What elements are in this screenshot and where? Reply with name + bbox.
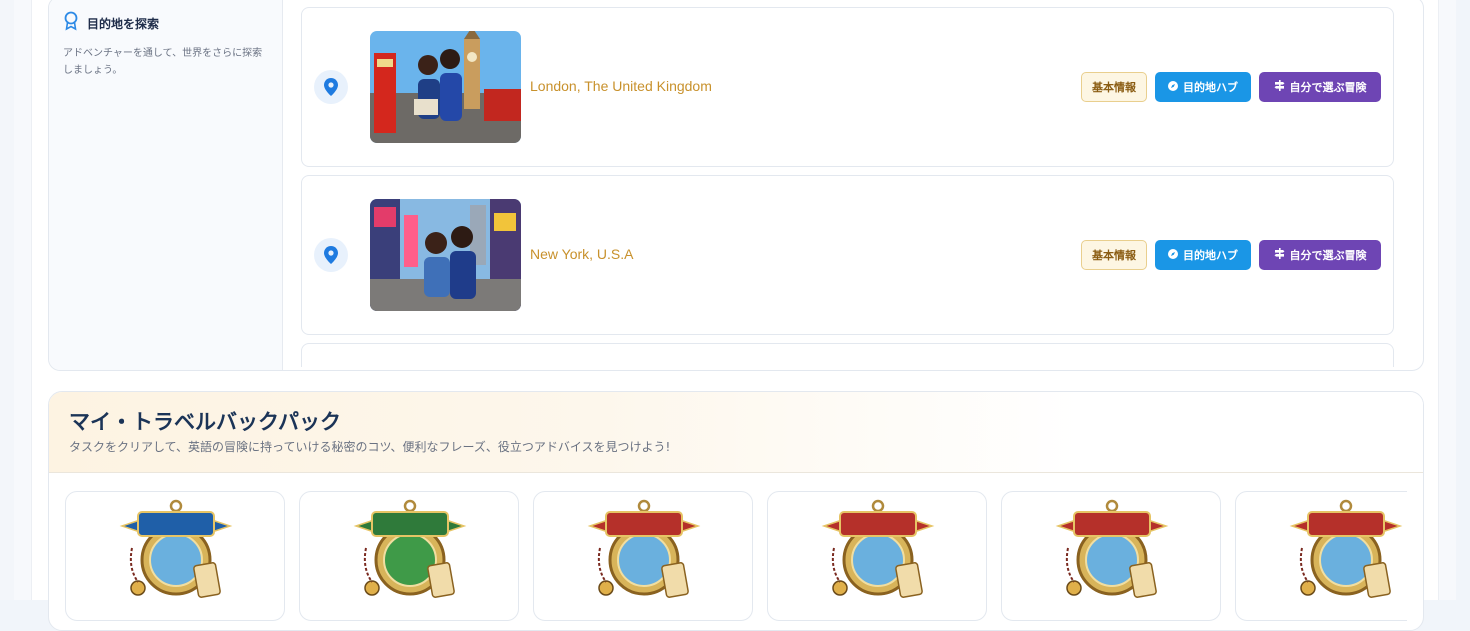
content-gutter-right bbox=[1438, 0, 1456, 600]
food-ticket-icon bbox=[821, 499, 935, 598]
clover-amulet-icon bbox=[353, 499, 467, 598]
basic-info-label: 基本情報 bbox=[1092, 81, 1136, 94]
mystery-ticket-icon bbox=[1289, 499, 1403, 598]
destination-name[interactable]: London, The United Kingdom bbox=[530, 78, 712, 94]
explore-destinations-panel: 目的地を探索 アドベンチャーを通して、世界をさらに探索しましょう。 London… bbox=[48, 0, 1424, 371]
choose-adventure-label: 自分で選ぶ冒険 bbox=[1289, 249, 1367, 262]
choose-adventure-label: 自分で選ぶ冒険 bbox=[1289, 81, 1367, 94]
explore-description: アドベンチャーを通して、世界をさらに探索しましょう。 bbox=[63, 48, 263, 76]
choose-adventure-button[interactable]: 自分で選ぶ冒険 bbox=[1259, 240, 1381, 270]
backpack-item-card[interactable] bbox=[299, 491, 519, 621]
destination-list: London, The United Kingdom 基本情報 目的地ハブ 自分… bbox=[301, 7, 1395, 367]
backpack-item-card[interactable] bbox=[1001, 491, 1221, 621]
backpack-subtitle: タスクをクリアして、英語の冒険に持っていける秘密のコツ、便利なフレーズ、役立つア… bbox=[69, 440, 671, 454]
destination-actions: 基本情報 目的地ハブ 自分で選ぶ冒険 bbox=[1081, 240, 1381, 270]
award-ribbon-icon bbox=[63, 11, 79, 35]
backpack-title: マイ・トラベルバックパック bbox=[69, 410, 341, 434]
destination-hub-button[interactable]: 目的地ハブ bbox=[1155, 240, 1251, 270]
shield-protector-icon bbox=[587, 499, 701, 598]
bravery-amulet-icon bbox=[1055, 499, 1169, 598]
explore-title: 目的地を探索 bbox=[87, 16, 160, 31]
basic-info-button[interactable]: 基本情報 bbox=[1081, 240, 1147, 270]
destination-image-london[interactable] bbox=[370, 31, 521, 143]
destination-hub-label: 目的地ハブ bbox=[1183, 81, 1238, 94]
destination-hub-label: 目的地ハブ bbox=[1183, 249, 1238, 262]
microphone-badge-icon bbox=[119, 499, 233, 598]
page-gutter bbox=[0, 0, 14, 600]
signpost-icon bbox=[1274, 248, 1285, 262]
basic-info-label: 基本情報 bbox=[1092, 249, 1136, 262]
content-gutter-left bbox=[14, 0, 32, 600]
backpack-item-card[interactable] bbox=[533, 491, 753, 621]
backpack-item-card[interactable] bbox=[1235, 491, 1407, 621]
basic-info-button[interactable]: 基本情報 bbox=[1081, 72, 1147, 102]
destination-hub-button[interactable]: 目的地ハブ bbox=[1155, 72, 1251, 102]
travel-backpack-panel: マイ・トラベルバックパック タスクをクリアして、英語の冒険に持っていける秘密のコ… bbox=[48, 391, 1424, 631]
backpack-item-card[interactable] bbox=[65, 491, 285, 621]
destination-actions: 基本情報 目的地ハブ 自分で選ぶ冒険 bbox=[1081, 72, 1381, 102]
explore-sidebar: 目的地を探索 アドベンチャーを通して、世界をさらに探索しましょう。 bbox=[49, 0, 283, 370]
location-pin-icon bbox=[314, 70, 348, 104]
explore-header: 目的地を探索 bbox=[63, 11, 159, 35]
destination-name[interactable]: New York, U.S.A bbox=[530, 246, 634, 262]
location-pin-icon bbox=[314, 238, 348, 272]
destination-card-partial[interactable] bbox=[301, 343, 1394, 367]
destination-card-new-york[interactable]: New York, U.S.A 基本情報 目的地ハブ 自分で選ぶ冒険 bbox=[301, 175, 1394, 335]
compass-icon bbox=[1168, 248, 1178, 262]
backpack-item-list bbox=[65, 491, 1407, 630]
destination-image-new-york[interactable] bbox=[370, 199, 521, 311]
signpost-icon bbox=[1274, 80, 1285, 94]
backpack-item-card[interactable] bbox=[767, 491, 987, 621]
destination-card-london[interactable]: London, The United Kingdom 基本情報 目的地ハブ 自分… bbox=[301, 7, 1394, 167]
backpack-header: マイ・トラベルバックパック タスクをクリアして、英語の冒険に持っていける秘密のコ… bbox=[49, 392, 1423, 473]
compass-icon bbox=[1168, 80, 1178, 94]
choose-adventure-button[interactable]: 自分で選ぶ冒険 bbox=[1259, 72, 1381, 102]
